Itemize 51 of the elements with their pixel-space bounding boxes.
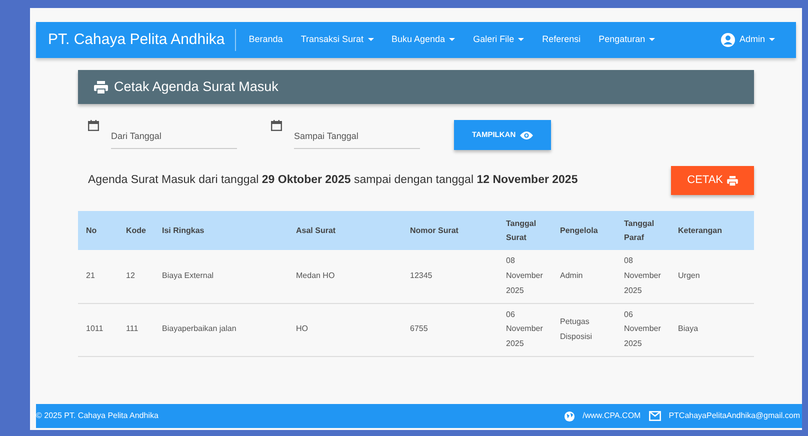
column-header: Pengelola: [552, 211, 616, 250]
table-cell: Petugas Disposisi: [552, 303, 616, 356]
print-button[interactable]: CETAK: [671, 166, 754, 195]
eye-icon: [520, 130, 533, 140]
nav-item[interactable]: Galeri File: [464, 33, 534, 47]
nav-item[interactable]: Beranda: [240, 33, 292, 47]
nav-item[interactable]: Pengaturan: [590, 33, 664, 47]
table-cell: 111: [118, 303, 154, 356]
date-field[interactable]: Dari Tanggal: [111, 122, 237, 148]
column-header: Tanggal Surat: [498, 211, 552, 250]
calendar-icon: [88, 120, 99, 131]
table-cell: 21: [78, 250, 118, 304]
table-cell: 12345: [402, 250, 498, 304]
nav-item[interactable]: Buku Agenda: [382, 33, 464, 47]
date-field[interactable]: Sampai Tanggal: [294, 122, 420, 148]
column-header: Tanggal Paraf: [616, 211, 670, 250]
table-cell: 08 November 2025: [498, 250, 552, 304]
table-cell: 6755: [402, 303, 498, 356]
table-cell: Medan HO: [288, 250, 402, 304]
table-cell: 12: [118, 250, 154, 304]
table-cell: 08 November 2025: [616, 250, 670, 304]
printer-icon: [727, 176, 738, 186]
table-cell: Biayaperbaikan jalan: [154, 303, 288, 356]
column-header: Nomor Surat: [402, 211, 498, 250]
nav-item[interactable]: Referensi: [533, 33, 590, 47]
column-header: No: [78, 211, 118, 250]
table-cell: Admin: [552, 250, 616, 304]
summary-text: Agenda Surat Masuk dari tanggal 29 Oktober 2025 sampai dengan tanggal 12 November 2025: [88, 172, 578, 188]
table-cell: Urgen: [670, 250, 754, 304]
email-link[interactable]: PTCahayaPelitaAndhika@gmail.com: [668, 410, 800, 422]
column-header: Isi Ringkas: [154, 211, 288, 250]
user-icon: [721, 33, 736, 47]
copyright-text: © 2025 PT. Cahaya Pelita Andhika: [36, 410, 158, 422]
panel-title: Cetak Agenda Surat Masuk: [114, 78, 278, 96]
table-cell: 1011: [78, 303, 118, 356]
column-header: Keterangan: [670, 211, 754, 250]
website-link[interactable]: /www.CPA.COM: [582, 410, 641, 422]
table-cell: 06 November 2025: [498, 303, 552, 356]
nav-item[interactable]: Transaksi Surat: [292, 33, 383, 47]
brand-title[interactable]: PT. Cahaya Pelita Andhika: [48, 28, 236, 52]
caret-icon: [769, 38, 775, 42]
table-cell: HO: [288, 303, 402, 356]
table-cell: 06 November 2025: [616, 303, 670, 356]
column-header: Kode: [118, 211, 154, 250]
printer-icon: [94, 80, 108, 94]
calendar-icon: [271, 120, 282, 131]
column-header: Asal Surat: [288, 211, 402, 250]
user-menu[interactable]: Admin: [712, 33, 784, 47]
table-cell: Biaya External: [154, 250, 288, 304]
table-cell: Biaya: [670, 303, 754, 356]
mail-icon: [648, 411, 661, 421]
